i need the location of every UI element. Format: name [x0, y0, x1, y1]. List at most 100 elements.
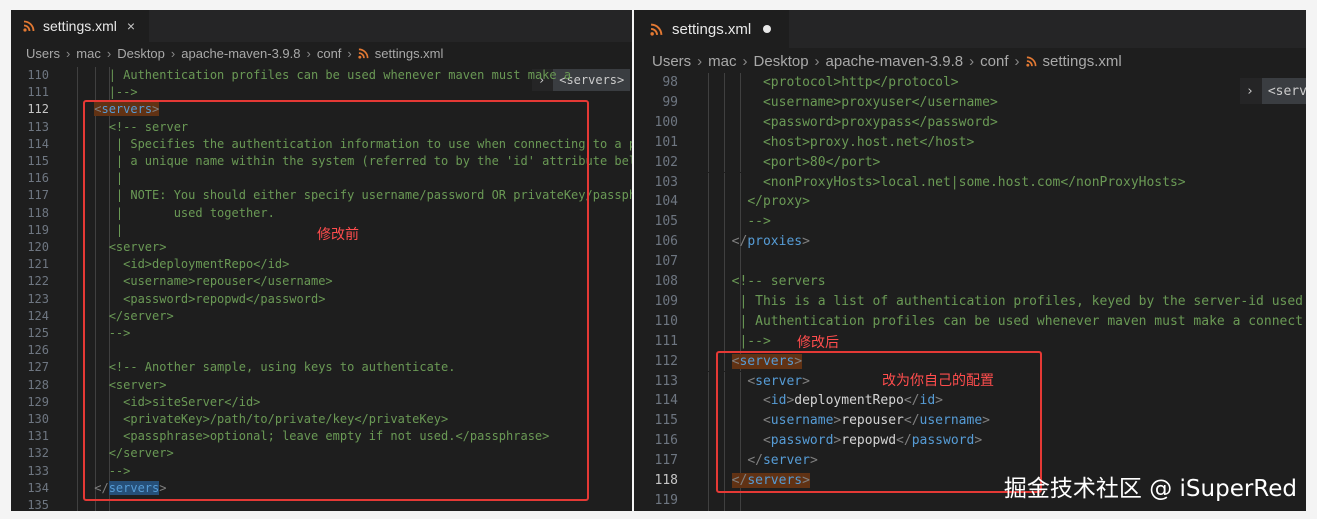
unsaved-dot-icon[interactable] [763, 25, 772, 33]
code-line[interactable]: 111 |--> [11, 84, 632, 102]
line-number: 134 [27, 480, 49, 495]
tab-settings-xml[interactable]: settings.xml × [11, 10, 150, 42]
code-line[interactable]: 99 <username>proxyuser</username> [634, 92, 1306, 113]
breadcrumb-item[interactable]: conf [317, 46, 342, 61]
indent-guide [77, 411, 78, 429]
indent-guide [708, 112, 709, 133]
code-line[interactable]: 100 <password>proxypass</password> [634, 112, 1306, 133]
indent-guide [708, 272, 709, 292]
line-number: 101 [654, 134, 678, 150]
line-number: 117 [654, 453, 678, 469]
code-line[interactable]: 110 | Authentication profiles can be use… [11, 67, 632, 85]
indent-guide [724, 252, 725, 272]
indent-guide [740, 252, 741, 272]
line-number: 122 [27, 274, 49, 289]
code-line[interactable]: 101 <host>proxy.host.net</host> [634, 132, 1306, 153]
rss-file-icon [23, 20, 35, 32]
code-line[interactable]: 109 | This is a list of authentication p… [634, 291, 1306, 312]
indent-guide [708, 490, 709, 511]
chevron-right-icon: › [814, 52, 820, 70]
line-number: 113 [27, 119, 49, 134]
code-line[interactable]: 111 |--> [634, 331, 1306, 352]
line-number: 111 [27, 85, 49, 100]
line-number: 110 [654, 313, 678, 329]
breadcrumb-item[interactable]: Desktop [754, 53, 809, 70]
line-number: 103 [654, 174, 678, 190]
line-number: 107 [654, 254, 678, 270]
line-number: 130 [27, 412, 49, 426]
code-text: |--> [87, 84, 138, 101]
indent-guide [708, 311, 709, 332]
code-text: |--> [716, 332, 771, 352]
line-number: 114 [654, 393, 678, 409]
breadcrumb-item[interactable]: Users [652, 53, 691, 70]
xml-comment: --> [747, 214, 771, 230]
breadcrumb-item[interactable]: conf [980, 53, 1008, 70]
breadcrumb-item[interactable]: Desktop [117, 46, 165, 61]
code-line[interactable]: 107 [634, 252, 1306, 272]
indent-guide [77, 187, 78, 205]
chevron-right-icon: › [969, 52, 975, 70]
code-line[interactable]: 104 </proxy> [634, 192, 1306, 213]
line-number: 118 [654, 473, 678, 488]
chevron-right-icon: › [306, 46, 311, 61]
code-line[interactable]: 110 | Authentication profiles can be use… [634, 311, 1306, 332]
breadcrumb-item[interactable]: apache-maven-3.9.8 [181, 46, 300, 61]
indent-guide [708, 152, 709, 173]
chevron-right-icon: › [697, 52, 703, 70]
code-line[interactable]: 108 <!-- servers [634, 272, 1306, 292]
indent-guide [708, 232, 709, 253]
breadcrumb-item[interactable]: settings.xml [375, 46, 444, 61]
xml-comment: |--> [739, 333, 771, 349]
indent-guide [77, 221, 78, 239]
breadcrumb-item[interactable]: Users [26, 46, 60, 61]
code-line[interactable]: 105 --> [634, 212, 1306, 233]
indent-guide [708, 132, 709, 153]
indent-guide [77, 256, 78, 274]
tab-settings-xml[interactable]: settings.xml [634, 10, 790, 48]
indent-guide [708, 331, 709, 352]
indent-guide [77, 170, 78, 188]
code-line[interactable]: 102 <port>80</port> [634, 152, 1306, 173]
indent-guide [77, 101, 78, 119]
line-number: 133 [27, 463, 49, 478]
indent-guide [77, 290, 78, 308]
line-number: 116 [27, 171, 49, 186]
indent-guide [708, 192, 709, 213]
indent-guide [77, 479, 78, 497]
xml-comment: <port>80</port> [762, 154, 881, 170]
xml-comment: <!-- servers [731, 274, 826, 289]
chevron-right-icon: › [347, 46, 352, 61]
indent-guide [77, 325, 78, 343]
close-icon[interactable]: × [127, 18, 135, 34]
code-line[interactable]: 98 <protocol>http</protocol> [634, 73, 1306, 93]
indent-guide [708, 73, 709, 93]
breadcrumb-item[interactable]: apache-maven-3.9.8 [826, 53, 964, 70]
line-number: 120 [27, 240, 49, 254]
line-number: 106 [654, 234, 678, 250]
code-line[interactable]: 103 <nonProxyHosts>local.net|some.host.c… [634, 172, 1306, 193]
breadcrumb-item[interactable]: mac [708, 53, 736, 70]
tab-bar: settings.xml [634, 10, 1306, 48]
rss-file-icon [650, 23, 663, 36]
annotation-own-config: 改为你自己的配置 [882, 372, 994, 388]
code-text: --> [716, 212, 771, 232]
xml-punct: > [802, 234, 810, 250]
code-text: | This is a list of authentication profi… [716, 292, 1303, 312]
tab-bar: settings.xml × [11, 10, 632, 42]
line-number: 131 [27, 429, 49, 444]
breadcrumb-item[interactable]: settings.xml [1043, 53, 1122, 70]
line-number: 108 [654, 274, 678, 289]
breadcrumb-item[interactable]: mac [76, 46, 101, 61]
line-number: 113 [654, 373, 678, 389]
line-number: 105 [654, 214, 678, 230]
xml-comment: <password>proxypass</password> [762, 114, 998, 130]
code-text: | Authentication profiles can be used wh… [87, 67, 571, 84]
indent-guide [708, 451, 709, 471]
code-line[interactable]: 106 </proxies> [634, 232, 1306, 253]
indent-guide [77, 462, 78, 480]
